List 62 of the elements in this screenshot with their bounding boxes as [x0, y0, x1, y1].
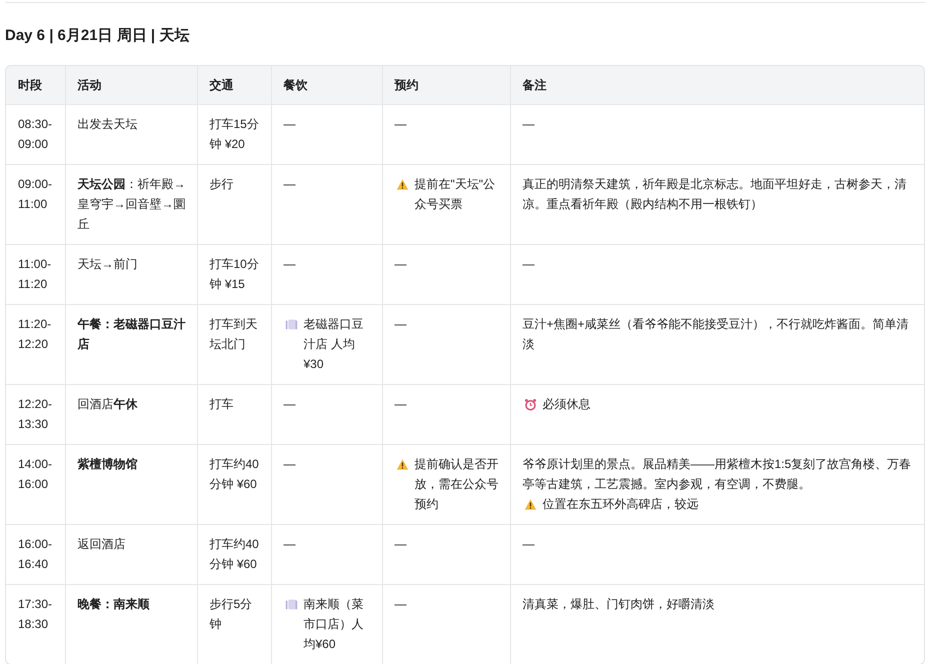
booking-text: — — [394, 256, 408, 273]
booking-text: — — [394, 116, 408, 133]
time-cell: 11:20-12:20 — [6, 304, 65, 384]
dining-text: — — [284, 456, 296, 473]
column-header: 餐饮 — [271, 66, 382, 104]
activity-cell: 晚餐：南来顺 — [65, 584, 197, 664]
plate-icon — [284, 318, 298, 331]
activity-cell: 出发去天坛 — [65, 104, 197, 164]
booking-text: — — [394, 596, 408, 613]
notes-text: 清真菜，爆肚、门钉肉饼，好嚼清淡 — [522, 596, 716, 613]
transport-cell: 打车到天坛北门 — [197, 304, 271, 384]
time-cell: 12:20-13:30 — [6, 384, 65, 444]
dining-text: — — [284, 256, 296, 273]
transport-cell: 打车 — [197, 384, 271, 444]
day-heading: Day 6 | 6月21日 周日 | 天坛 — [5, 26, 190, 46]
notes-text: 必须休息 — [542, 396, 592, 413]
notes-text: 爷爷原计划里的景点。展品精美——用紫檀木按1:5复刻了故宫角楼、万春亭等古建筑，工艺震撼。室内参观，有空调，不费腿。 — [522, 456, 912, 493]
warning-icon — [396, 178, 408, 191]
column-header: 交通 — [197, 66, 271, 104]
notes-text: 真正的明清祭天建筑，祈年殿是北京标志。地面平坦好走，古树参天，清凉。重点看祈年殿（殿内结构不用一根铁钉） — [522, 176, 908, 213]
plate-icon — [284, 598, 298, 611]
dining-text: 老磁器口豆汁店 人均¥30 — [304, 316, 364, 373]
column-header: 备注 — [510, 66, 924, 104]
activity-cell: 紫檀博物馆 — [65, 444, 197, 524]
dining-text: 南来顺（菜市口店）人均¥60 — [304, 596, 364, 653]
time-cell: 17:30-18:30 — [6, 584, 65, 664]
time-cell: 14:00-16:00 — [6, 444, 65, 524]
transport-cell: 打车约40分钟 ¥60 — [197, 444, 271, 524]
activity-cell: 天坛公园：祈年殿→皇穹宇→回音壁→圜丘 — [65, 164, 197, 244]
notes-text: — — [522, 116, 536, 133]
booking-text: 提前在"天坛"公众号买票 — [414, 176, 496, 213]
time-cell: 09:00-11:00 — [6, 164, 65, 244]
activity-cell: 午餐：老磁器口豆汁店 — [65, 304, 197, 384]
transport-cell: 打车约40分钟 ¥60 — [197, 524, 271, 584]
booking-text: — — [394, 536, 408, 553]
transport-cell: 步行 — [197, 164, 271, 244]
notes-text: — — [522, 536, 536, 553]
booking-text: — — [394, 396, 408, 413]
warning-icon — [524, 498, 536, 511]
booking-text: 提前确认是否开放，需在公众号预约 — [414, 456, 498, 513]
booking-text: — — [394, 316, 408, 333]
transport-cell: 步行5分钟 — [197, 584, 271, 664]
column-header: 活动 — [65, 66, 197, 104]
notes-text: — — [522, 256, 536, 273]
notes-text: 豆汁+焦圈+咸菜丝（看爷爷能不能接受豆汁），不行就吃炸酱面。简单清淡 — [522, 316, 910, 353]
dining-text: — — [284, 536, 296, 553]
time-cell: 11:00-11:20 — [6, 244, 65, 304]
activity-cell: 返回酒店 — [65, 524, 197, 584]
time-cell: 16:00-16:40 — [6, 524, 65, 584]
dining-text: — — [284, 116, 296, 133]
transport-cell: 打车10分钟 ¥15 — [197, 244, 271, 304]
column-header: 时段 — [6, 66, 65, 104]
activity-cell: 天坛→前门 — [65, 244, 197, 304]
transport-cell: 打车15分钟 ¥20 — [197, 104, 271, 164]
warning-icon — [396, 458, 408, 471]
alarm-clock-icon — [524, 398, 536, 411]
dining-text: — — [284, 176, 296, 193]
column-header: 预约 — [382, 66, 510, 104]
activity-cell: 回酒店午休 — [65, 384, 197, 444]
notes-text: 位置在东五环外高碑店，较远 — [542, 496, 700, 513]
time-cell: 08:30-09:00 — [6, 104, 65, 164]
dining-text: — — [284, 396, 296, 413]
